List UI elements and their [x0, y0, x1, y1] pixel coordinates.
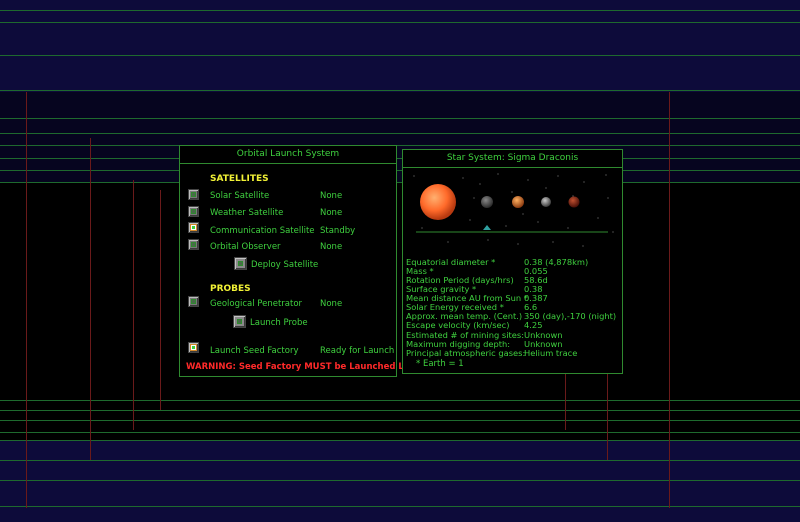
grid-line	[0, 10, 800, 11]
geological-penetrator-status: None	[320, 299, 343, 309]
planet-3	[541, 197, 551, 207]
grid-line	[0, 55, 800, 56]
stat-label: Principal atmospheric gases:	[406, 348, 526, 358]
grid-line	[0, 22, 800, 23]
grid-line-vertical	[26, 92, 27, 508]
grid-line	[0, 420, 800, 421]
solar-satellite-label: Solar Satellite	[210, 191, 270, 201]
grid-line-vertical	[133, 180, 134, 430]
grid-line	[0, 460, 800, 461]
grid-line	[0, 145, 800, 146]
grid-line	[0, 90, 800, 91]
launch-panel-title: Orbital Launch System	[180, 146, 396, 164]
deploy-satellite-button[interactable]	[234, 257, 247, 270]
stat-label: Escape velocity (km/sec)	[406, 320, 510, 330]
orbital-observer-label: Orbital Observer	[210, 242, 281, 252]
communication-satellite-checkbox[interactable]	[188, 222, 199, 233]
background-band-mid	[0, 92, 800, 182]
orbital-observer-status: None	[320, 242, 343, 252]
geological-penetrator-label: Geological Penetrator	[210, 299, 303, 309]
seed-factory-label: Launch Seed Factory	[210, 346, 299, 356]
communication-satellite-label: Communication Satellite	[210, 226, 315, 236]
earth-footnote: * Earth = 1	[416, 359, 464, 369]
grid-line	[0, 158, 800, 159]
geological-penetrator-checkbox[interactable]	[188, 296, 199, 307]
grid-line-vertical	[160, 190, 161, 410]
star-sun	[420, 184, 456, 220]
grid-line	[0, 432, 800, 433]
grid-line	[0, 133, 800, 134]
grid-line	[0, 410, 800, 411]
planet-2	[512, 196, 524, 208]
grid-line-vertical	[90, 138, 91, 460]
background-band-bottom	[0, 440, 800, 522]
probes-heading: PROBES	[210, 284, 251, 294]
grid-line	[0, 480, 800, 481]
grid-line	[0, 506, 800, 507]
star-system-title: Star System: Sigma Draconis	[403, 150, 622, 168]
grid-line	[0, 182, 800, 183]
weather-satellite-checkbox[interactable]	[188, 206, 199, 217]
weather-satellite-label: Weather Satellite	[210, 208, 284, 218]
weather-satellite-status: None	[320, 208, 343, 218]
launch-probe-label: Launch Probe	[250, 318, 308, 328]
deploy-satellite-label: Deploy Satellite	[251, 260, 319, 270]
orbital-observer-checkbox[interactable]	[188, 239, 199, 250]
communication-satellite-status: Standby	[320, 226, 356, 236]
stat-value: 4.25	[524, 320, 543, 330]
solar-satellite-status: None	[320, 191, 343, 201]
grid-line	[0, 118, 800, 119]
grid-line-vertical	[607, 370, 608, 460]
planet-view-graphic	[408, 170, 618, 250]
background-band-top	[0, 0, 800, 92]
solar-satellite-checkbox[interactable]	[188, 189, 199, 200]
planet-1	[481, 196, 493, 208]
seed-factory-status: Ready for Launch	[320, 346, 395, 356]
grid-line	[0, 440, 800, 441]
grid-line	[0, 400, 800, 401]
grid-line	[0, 170, 800, 171]
grid-line-vertical	[669, 92, 670, 508]
background-grid	[0, 0, 800, 522]
stat-value: Helium trace	[524, 348, 578, 358]
planet-view	[408, 170, 618, 250]
satellites-heading: SATELLITES	[210, 174, 269, 184]
planet-4	[568, 196, 580, 208]
seed-factory-checkbox[interactable]	[188, 342, 199, 353]
launch-probe-button[interactable]	[233, 315, 246, 328]
seed-factory-warning: WARNING: Seed Factory MUST be Launched L…	[186, 362, 423, 372]
grid-line-vertical	[565, 370, 566, 430]
